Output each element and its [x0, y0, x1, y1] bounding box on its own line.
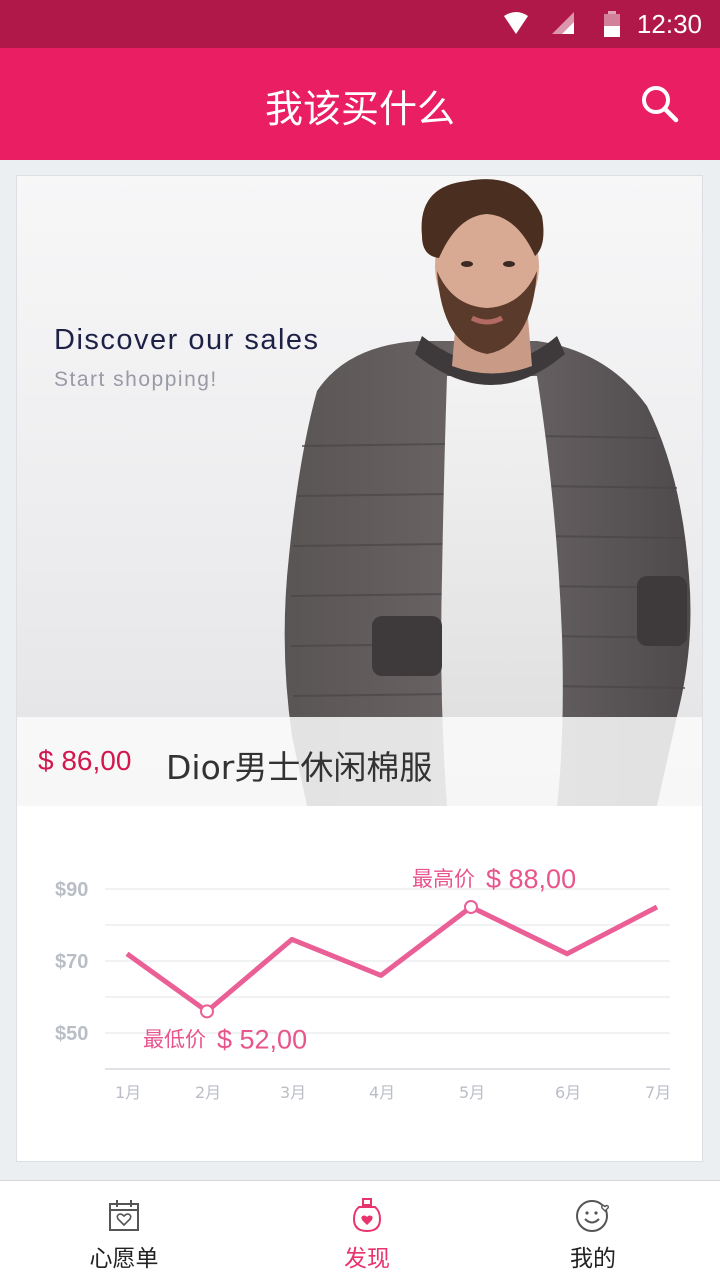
- status-time: 12:30: [636, 9, 702, 39]
- tab-label: 发现: [344, 1246, 390, 1272]
- x-tick-label: 7月: [645, 1083, 671, 1102]
- chart-x-axis-labels: 1月 2月 3月 4月 5月 6月 7月: [115, 1083, 671, 1102]
- wifi-icon: [504, 12, 528, 34]
- min-price-value: $ 52,00: [217, 1024, 307, 1054]
- bottom-tab-bar: 心愿单 发现 我的: [0, 1180, 720, 1281]
- max-point: [464, 900, 478, 914]
- smiley-heart-icon: [576, 1200, 610, 1232]
- tab-discover[interactable]: 发现: [297, 1181, 437, 1281]
- calendar-heart-icon: [109, 1200, 139, 1231]
- x-tick-label: 1月: [115, 1083, 141, 1102]
- x-tick-label: 2月: [195, 1083, 221, 1102]
- page-title: 我该买什么: [264, 87, 455, 131]
- x-tick-label: 6月: [555, 1083, 581, 1102]
- x-tick-label: 3月: [280, 1083, 306, 1102]
- price-history-chart: $90 $70 $50 1月 2月 3月 4月 5月 6月 7月 最高价 $ 88,00 最低价…: [55, 864, 671, 1102]
- app-bar: 我该买什么: [0, 48, 720, 160]
- tab-wishlist[interactable]: 心愿单: [54, 1181, 194, 1281]
- min-price-label: 最低价: [143, 1027, 206, 1051]
- tab-label: 心愿单: [89, 1246, 159, 1272]
- min-point: [200, 1004, 214, 1019]
- product-card[interactable]: Discover our sales Start shopping! $ 86,…: [16, 175, 703, 1162]
- x-tick-label: 5月: [459, 1083, 485, 1102]
- search-button[interactable]: [640, 84, 680, 124]
- signal-icon: [552, 12, 574, 34]
- tab-label: 我的: [570, 1246, 616, 1272]
- status-bar: 12:30: [0, 0, 720, 48]
- bottle-heart-icon: [352, 1198, 382, 1233]
- tab-mine[interactable]: 我的: [523, 1181, 663, 1281]
- y-tick-label: $50: [55, 1023, 88, 1045]
- price-series-line: [125, 904, 659, 1014]
- max-price-value: $ 88,00: [486, 864, 576, 894]
- max-price-label: 最高价: [412, 867, 475, 891]
- y-tick-label: $90: [55, 879, 88, 901]
- y-tick-label: $70: [55, 951, 88, 973]
- battery-icon: [604, 11, 620, 37]
- chart-y-axis-labels: $90 $70 $50: [55, 879, 88, 1045]
- x-tick-label: 4月: [369, 1083, 395, 1102]
- search-icon: [642, 86, 679, 123]
